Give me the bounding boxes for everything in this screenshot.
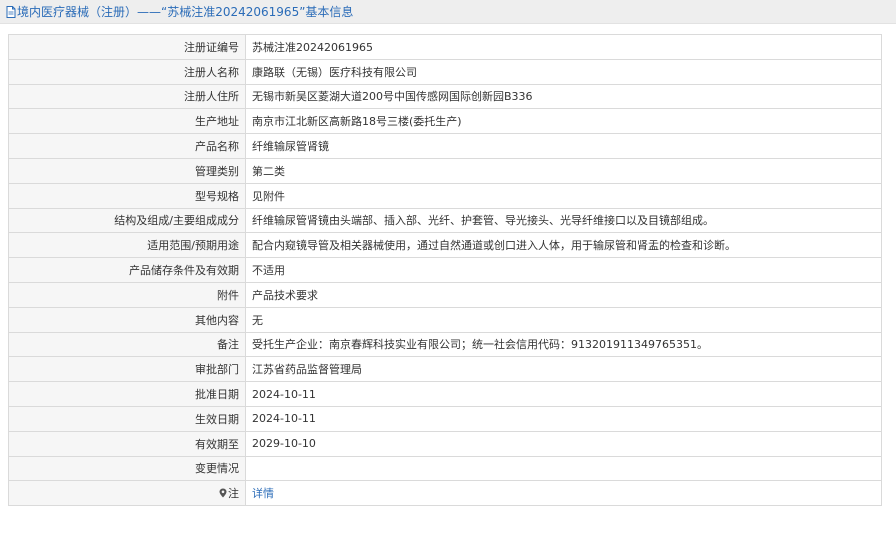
row-value: 不适用 <box>245 257 882 283</box>
row-value: 2024-10-11 <box>245 405 882 432</box>
table-row: 批准日期 2024-10-11 <box>8 381 882 407</box>
note-value-cell: 详情 <box>245 480 882 507</box>
row-value: 康路联（无锡）医疗科技有限公司 <box>245 58 882 85</box>
row-value: 产品技术要求 <box>245 281 882 308</box>
row-label: 有效期至 <box>8 430 246 457</box>
table-row: 注册人住所 无锡市新吴区菱湖大道200号中国传感网国际创新园B336 <box>8 83 882 110</box>
table-row: 管理类别 第二类 <box>8 157 882 184</box>
row-label: 注册人住所 <box>8 83 246 110</box>
row-value: 南京市江北新区高新路18号三楼(委托生产) <box>245 108 882 135</box>
row-value: 配合内窥镜导管及相关器械使用，通过自然通道或创口进入人体，用于输尿管和肾盂的检查… <box>245 232 882 259</box>
row-label: 其他内容 <box>8 306 246 333</box>
row-value: 纤维输尿管肾镜 <box>245 133 882 159</box>
row-label: 产品名称 <box>8 133 246 159</box>
row-label: 注册证编号 <box>8 34 246 60</box>
table-row: 附件 产品技术要求 <box>8 281 882 308</box>
row-value: 苏械注准20242061965 <box>245 34 882 60</box>
table-row: 适用范围/预期用途 配合内窥镜导管及相关器械使用，通过自然通道或创口进入人体，用于… <box>8 232 882 259</box>
page-title: 境内医疗器械（注册）——“苏械注准20242061965”基本信息 <box>17 5 354 19</box>
table-row: 结构及组成/主要组成成分 纤维输尿管肾镜由头端部、插入部、光纤、护套管、导光接头、… <box>8 207 882 234</box>
row-label: 产品储存条件及有效期 <box>8 257 246 283</box>
header-bar: 境内医疗器械（注册）——“苏械注准20242061965”基本信息 <box>0 0 896 24</box>
row-label: 备注 <box>8 331 246 358</box>
row-label: 生效日期 <box>8 405 246 432</box>
table-row: 生效日期 2024-10-11 <box>8 405 882 432</box>
row-value: 无锡市新吴区菱湖大道200号中国传感网国际创新园B336 <box>245 83 882 110</box>
table-row: 生产地址 南京市江北新区高新路18号三楼(委托生产) <box>8 108 882 135</box>
table-row-note: 注详情 <box>8 480 882 507</box>
table-row: 其他内容无 <box>8 306 882 333</box>
table-body: 注册证编号 苏械注准20242061965 注册人名称 康路联（无锡）医疗科技有限公司… <box>8 34 882 507</box>
table-row: 变更情况 <box>8 455 882 482</box>
row-value <box>245 455 882 482</box>
row-value: 见附件 <box>245 182 882 209</box>
row-label: 生产地址 <box>8 108 246 135</box>
table-row: 审批部门 江苏省药品监督管理局 <box>8 356 882 383</box>
row-value: 2029-10-10 <box>245 430 882 457</box>
document-icon <box>6 5 16 18</box>
row-label: 附件 <box>8 281 246 308</box>
info-table: 注册证编号 苏械注准20242061965 注册人名称 康路联（无锡）医疗科技有限公司… <box>8 34 882 507</box>
table-row: 备注 受托生产企业：南京春辉科技实业有限公司；统一社会信用代码：913201911… <box>8 331 882 358</box>
note-label: 注 <box>228 487 239 501</box>
row-value: 纤维输尿管肾镜由头端部、插入部、光纤、护套管、导光接头、光导纤维接口以及目镜部组… <box>245 207 882 234</box>
row-label: 结构及组成/主要组成成分 <box>8 207 246 234</box>
row-label: 管理类别 <box>8 157 246 184</box>
row-label: 批准日期 <box>8 381 246 407</box>
row-label: 注册人名称 <box>8 58 246 85</box>
page: 境内医疗器械（注册）——“苏械注准20242061965”基本信息 注册证编号苏… <box>0 0 896 537</box>
details-link[interactable]: 详情 <box>252 487 274 500</box>
pin-icon <box>219 488 227 498</box>
row-label: 适用范围/预期用途 <box>8 232 246 259</box>
note-label-cell: 注 <box>8 480 246 507</box>
row-value: 受托生产企业：南京春辉科技实业有限公司；统一社会信用代码：91320191134… <box>245 331 882 358</box>
table-row: 产品储存条件及有效期 不适用 <box>8 257 882 283</box>
row-value: 2024-10-11 <box>245 381 882 407</box>
table-row: 产品名称 纤维输尿管肾镜 <box>8 133 882 159</box>
row-value: 江苏省药品监督管理局 <box>245 356 882 383</box>
row-label: 变更情况 <box>8 455 246 482</box>
row-label: 型号规格 <box>8 182 246 209</box>
row-value: 第二类 <box>245 157 882 184</box>
row-value: 无 <box>245 306 882 333</box>
table-row: 注册证编号 苏械注准20242061965 <box>8 34 882 60</box>
table-row: 注册人名称 康路联（无锡）医疗科技有限公司 <box>8 58 882 85</box>
table-row: 型号规格 见附件 <box>8 182 882 209</box>
row-label: 审批部门 <box>8 356 246 383</box>
table-row: 有效期至 2029-10-10 <box>8 430 882 457</box>
